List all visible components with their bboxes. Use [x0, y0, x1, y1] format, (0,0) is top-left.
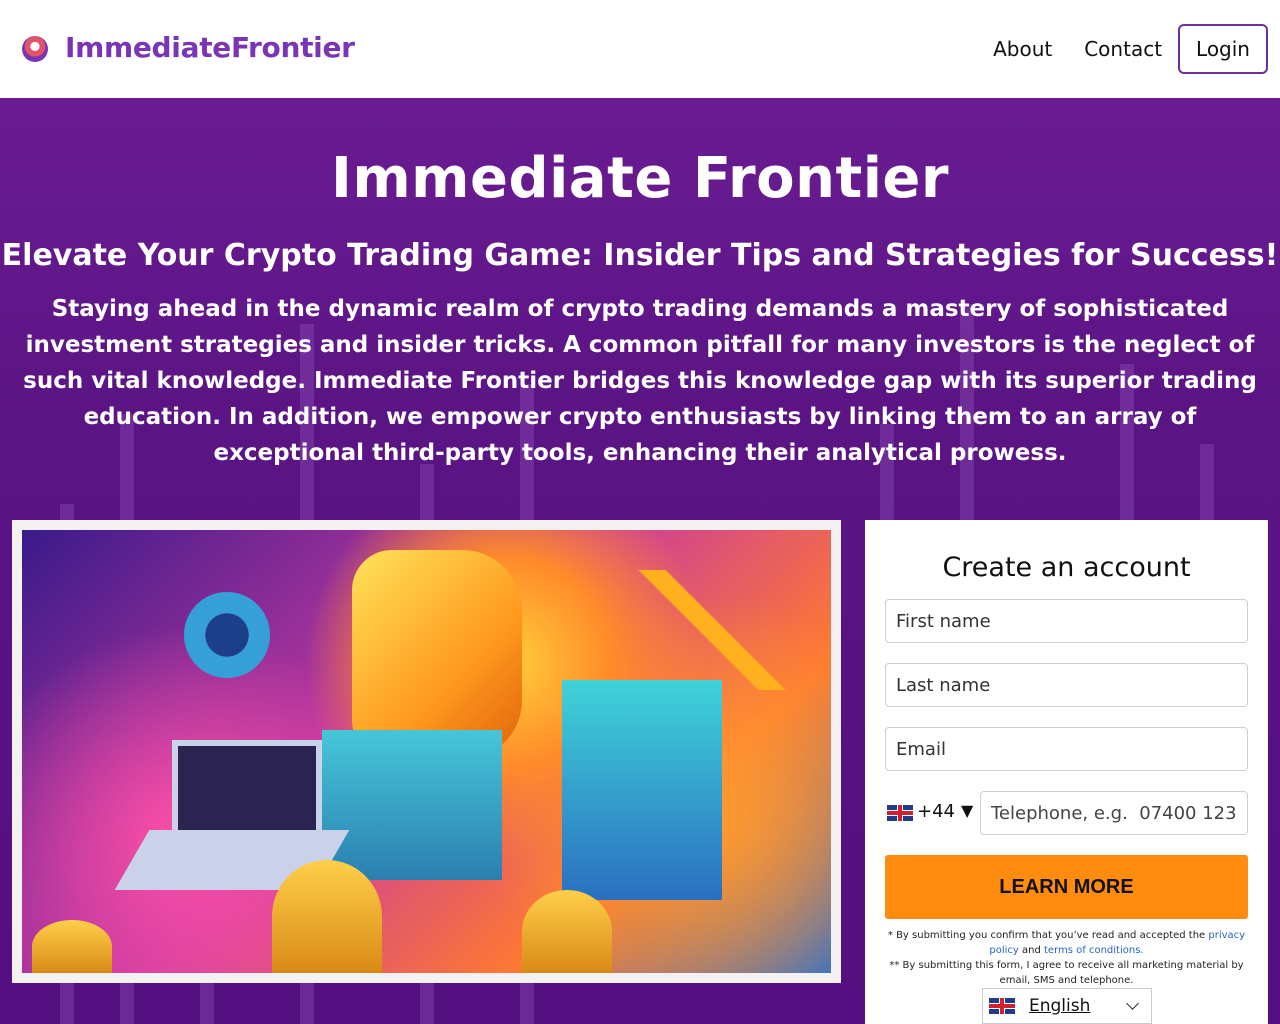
- uk-flag-icon: [989, 998, 1015, 1014]
- crypto-illustration-image: [22, 530, 831, 973]
- form-title: Create an account: [942, 552, 1191, 583]
- brand-name[interactable]: ImmediateFrontier: [65, 31, 355, 64]
- language-selector[interactable]: English: [982, 988, 1152, 1024]
- login-button[interactable]: Login: [1178, 24, 1268, 74]
- language-label: English: [1029, 996, 1091, 1016]
- phone-field[interactable]: [980, 791, 1248, 835]
- dial-code-selector[interactable]: +44: [917, 801, 955, 822]
- disclaimer-text: * By submitting you confirm that you’ve …: [887, 930, 1209, 941]
- hero-subtitle: Elevate Your Crypto Trading Game: Inside…: [1, 238, 1279, 273]
- signup-form: Create an account +44 ▼ LEARN MORE * By …: [865, 520, 1268, 1024]
- learn-more-button[interactable]: LEARN MORE: [885, 855, 1248, 919]
- chevron-down-icon: [1126, 997, 1139, 1010]
- form-disclaimer: * By submitting you confirm that you’ve …: [885, 928, 1248, 988]
- top-navigation-bar: ImmediateFrontier About Contact Login: [0, 0, 1280, 98]
- hero-section: Immediate Frontier Elevate Your Crypto T…: [0, 98, 1280, 1024]
- dial-code-dropdown-icon[interactable]: ▼: [961, 801, 973, 820]
- hero-description: Staying ahead in the dynamic realm of cr…: [23, 296, 1257, 466]
- page-title: Immediate Frontier: [330, 146, 950, 211]
- disclaimer-and: and: [1018, 945, 1045, 956]
- nav-about-link[interactable]: About: [993, 37, 1052, 61]
- first-name-field[interactable]: [885, 599, 1248, 643]
- orb-logo-icon[interactable]: [22, 36, 48, 62]
- marketing-consent-text: ** By submitting this form, I agree to r…: [889, 960, 1244, 986]
- nav-contact-link[interactable]: Contact: [1084, 37, 1162, 61]
- uk-flag-icon[interactable]: [887, 805, 913, 821]
- hero-image-frame: [12, 520, 841, 983]
- terms-link[interactable]: terms of conditions.: [1044, 945, 1144, 956]
- main-nav: About Contact Login: [993, 24, 1268, 74]
- last-name-field[interactable]: [885, 663, 1248, 707]
- email-field[interactable]: [885, 727, 1248, 771]
- phone-row: +44 ▼: [885, 791, 1248, 835]
